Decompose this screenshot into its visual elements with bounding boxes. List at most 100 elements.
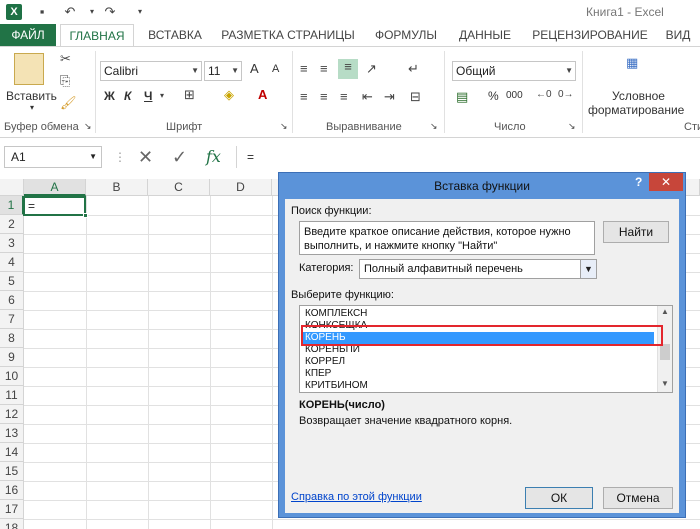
cut-icon[interactable]: ✂ [60, 51, 71, 67]
row-header[interactable]: 11 [0, 386, 24, 405]
clipboard-launcher-icon[interactable]: ↘ [84, 121, 92, 132]
shrink-font-button[interactable]: A [272, 63, 279, 75]
conditional-formatting-label-2[interactable]: форматирование [588, 103, 684, 117]
category-select[interactable]: Полный алфавитный перечень ▼ [359, 259, 597, 279]
list-scrollbar[interactable]: ▲ ▼ [657, 306, 672, 392]
number-launcher-icon[interactable]: ↘ [568, 121, 576, 132]
paste-icon[interactable] [14, 53, 44, 85]
row-header[interactable]: 16 [0, 481, 24, 500]
decrease-indent-icon[interactable]: ⇤ [362, 89, 373, 105]
currency-icon[interactable]: ▤ [456, 89, 468, 105]
insert-function-button[interactable]: fx [206, 147, 221, 166]
row-header[interactable]: 9 [0, 348, 24, 367]
find-button[interactable]: Найти [603, 221, 669, 243]
list-item[interactable]: КПЕР [302, 368, 654, 380]
redo-icon[interactable]: ↷ [102, 4, 118, 20]
scroll-down-icon[interactable]: ▼ [658, 378, 672, 390]
conditional-formatting-label-1[interactable]: Условное [612, 89, 665, 103]
increase-decimal-icon[interactable]: ←0 [536, 89, 552, 100]
list-item[interactable]: КОРРЕЛ [302, 356, 654, 368]
enter-icon[interactable]: ✓ [172, 147, 187, 168]
paste-button-label[interactable]: Вставить [6, 89, 57, 103]
tab-file[interactable]: ФАЙЛ [0, 24, 56, 46]
align-center-icon[interactable]: ≡ [320, 89, 328, 104]
undo-icon[interactable]: ↶ [62, 4, 78, 20]
function-help-link[interactable]: Справка по этой функции [291, 491, 422, 503]
row-header[interactable]: 10 [0, 367, 24, 386]
tab-insert[interactable]: ВСТАВКА [142, 24, 208, 46]
row-header[interactable]: 4 [0, 253, 24, 272]
undo-dropdown-icon[interactable]: ▾ [84, 4, 100, 20]
function-list[interactable]: КОМПЛЕКСН КОНКСЕЩКА КОРЕНЬ КОРЕНЬПИ КОРР… [299, 305, 673, 393]
merge-center-icon[interactable]: ⊟ [410, 89, 421, 105]
row-header[interactable]: 18 [0, 519, 24, 529]
cancel-button[interactable]: Отмена [603, 487, 673, 509]
row-header[interactable]: 8 [0, 329, 24, 348]
fill-color-icon[interactable]: ◈ [224, 87, 234, 103]
bold-button[interactable]: Ж [104, 89, 115, 103]
row-header[interactable]: 15 [0, 462, 24, 481]
row-header[interactable]: 2 [0, 215, 24, 234]
grow-font-button[interactable]: A [250, 61, 259, 76]
scroll-up-icon[interactable]: ▲ [658, 306, 672, 318]
underline-button[interactable]: Ч [144, 89, 152, 103]
tab-home[interactable]: ГЛАВНАЯ [60, 24, 134, 46]
list-item[interactable]: КРИТБИНОМ [302, 380, 654, 392]
row-header[interactable]: 12 [0, 405, 24, 424]
tab-review[interactable]: РЕЦЕНЗИРОВАНИЕ [526, 24, 654, 46]
row-header[interactable]: 3 [0, 234, 24, 253]
row-header[interactable]: 13 [0, 424, 24, 443]
row-header[interactable]: 6 [0, 291, 24, 310]
thousands-separator-button[interactable]: 000 [506, 90, 523, 101]
tab-data[interactable]: ДАННЫЕ [452, 24, 518, 46]
close-icon[interactable]: ✕ [649, 173, 683, 191]
decrease-decimal-icon[interactable]: 0→ [558, 89, 574, 100]
row-header[interactable]: 17 [0, 500, 24, 519]
ok-button[interactable]: ОК [525, 487, 593, 509]
cancel-entry-icon[interactable]: ✕ [138, 147, 153, 168]
tab-page-layout[interactable]: РАЗМЕТКА СТРАНИЦЫ [216, 24, 360, 46]
customize-qat-icon[interactable]: ▾ [132, 4, 148, 20]
copy-icon[interactable]: ⎘ [60, 73, 70, 89]
conditional-formatting-icon[interactable]: ▦ [626, 55, 638, 71]
scroll-thumb[interactable] [660, 344, 670, 360]
select-all-corner[interactable] [0, 179, 24, 196]
tab-formulas[interactable]: ФОРМУЛЫ [368, 24, 444, 46]
name-box[interactable]: A1 ▼ [4, 146, 102, 168]
tab-view[interactable]: ВИД [660, 24, 696, 46]
active-cell-a1[interactable]: = [23, 196, 86, 216]
format-painter-icon[interactable]: 🖌 [60, 95, 77, 111]
row-header[interactable]: 14 [0, 443, 24, 462]
row-header[interactable]: 1 [0, 196, 24, 215]
align-left-icon[interactable]: ≡ [300, 89, 308, 104]
align-right-icon[interactable]: ≡ [340, 89, 348, 104]
increase-indent-icon[interactable]: ⇥ [384, 89, 395, 105]
font-launcher-icon[interactable]: ↘ [280, 121, 288, 132]
orientation-icon[interactable]: ↗ [366, 61, 377, 77]
row-header[interactable]: 7 [0, 310, 24, 329]
italic-button[interactable]: К [124, 89, 131, 103]
font-name-select[interactable]: Calibri ▼ [100, 61, 202, 81]
column-header[interactable]: A [24, 179, 86, 196]
column-header[interactable]: C [148, 179, 210, 196]
column-header[interactable]: B [86, 179, 148, 196]
formula-input[interactable]: = [236, 146, 700, 168]
number-format-select[interactable]: Общий ▼ [452, 61, 576, 81]
alignment-launcher-icon[interactable]: ↘ [430, 121, 438, 132]
align-top-icon[interactable]: ≡ [300, 61, 308, 76]
align-bottom-icon[interactable]: ≡ [338, 59, 358, 79]
wrap-text-icon[interactable]: ↵ [408, 61, 419, 77]
help-icon[interactable]: ? [635, 175, 642, 189]
align-middle-icon[interactable]: ≡ [320, 61, 328, 76]
font-size-select[interactable]: 11 ▼ [204, 61, 242, 81]
fill-handle[interactable] [83, 213, 88, 218]
row-header[interactable]: 5 [0, 272, 24, 291]
underline-dropdown-icon[interactable]: ▾ [160, 91, 164, 100]
list-item[interactable]: КОМПЛЕКСН [302, 308, 654, 320]
borders-icon[interactable]: ⊞ [184, 87, 195, 103]
paste-dropdown-icon[interactable]: ▾ [30, 103, 34, 112]
save-icon[interactable]: ▪ [34, 4, 50, 20]
percent-button[interactable]: % [488, 89, 499, 103]
column-header[interactable]: D [210, 179, 272, 196]
font-color-icon[interactable]: A [258, 87, 267, 102]
